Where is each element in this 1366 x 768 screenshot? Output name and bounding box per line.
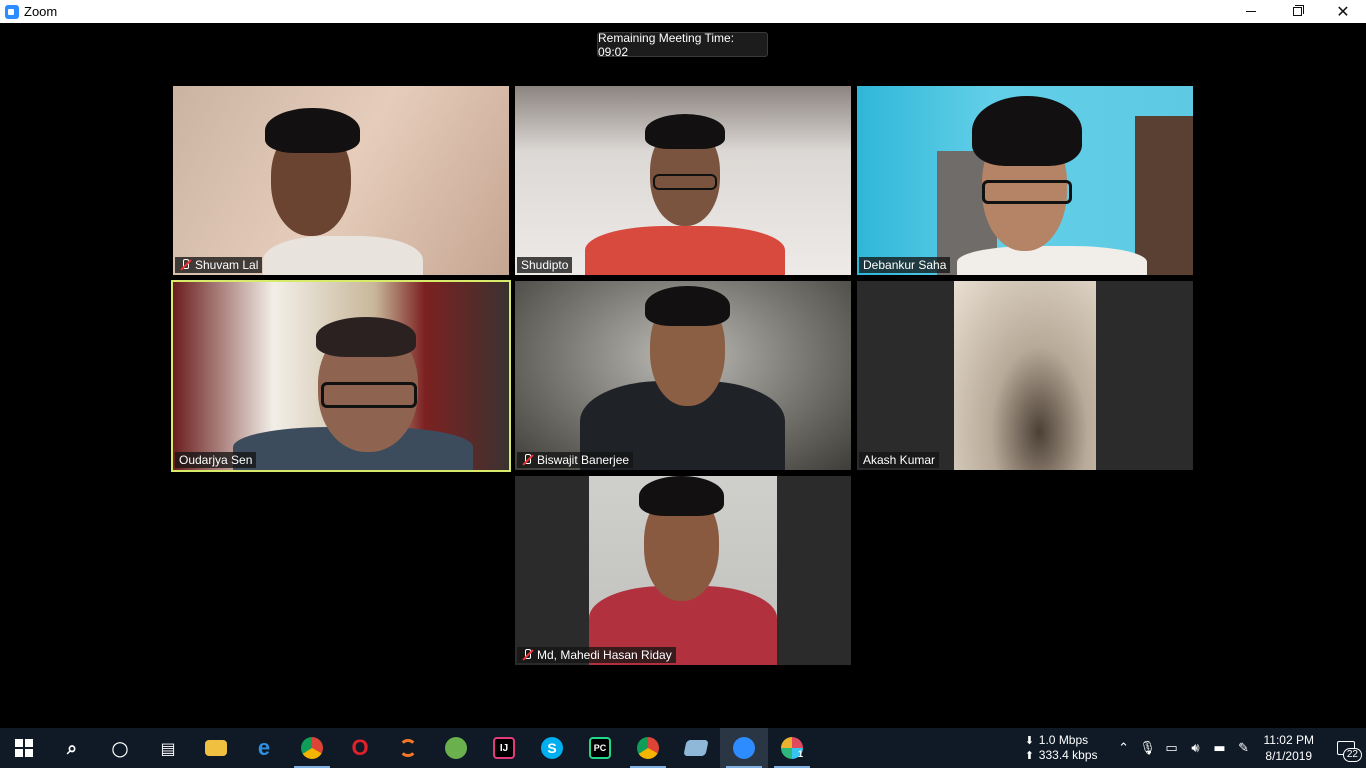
network-icon[interactable]: ▭ (1160, 728, 1184, 768)
close-button[interactable]: ✕ (1320, 0, 1366, 23)
chrome-profile-icon (637, 737, 659, 759)
glasses (653, 174, 717, 190)
taskbar-edge[interactable]: e (240, 728, 288, 768)
muted-mic-icon (179, 259, 191, 271)
participant-hair (639, 476, 724, 516)
participant-video (585, 226, 785, 275)
pycharm-icon: PC (589, 737, 611, 759)
file-explorer-icon (205, 740, 227, 756)
participant-video (954, 281, 1096, 470)
participant-name-label: Biswajit Banerjee (517, 452, 634, 468)
bookshelf (1135, 116, 1193, 275)
zoom-icon (733, 737, 755, 759)
upload-speed: 333.4 kbps (1038, 748, 1098, 762)
notification-count: 22 (1342, 748, 1362, 762)
participant-name-label: Shudipto (517, 257, 573, 273)
taskbar-opera[interactable]: O (336, 728, 384, 768)
participant-name-label: Akash Kumar (859, 452, 940, 468)
app-notification-icon: 1 (781, 737, 803, 759)
taskbar-file-explorer[interactable] (192, 728, 240, 768)
taskbar-intellij[interactable]: IJ (480, 728, 528, 768)
microphone-icon[interactable]: 🎙︎ (1136, 728, 1160, 768)
muted-mic-icon (521, 649, 533, 661)
taskbar-clock[interactable]: 11:02 PM 8/1/2019 (1264, 732, 1314, 764)
restore-icon (1292, 5, 1304, 16)
search-icon: ⌕ (66, 737, 78, 759)
participant-hair (645, 114, 725, 149)
video-tile[interactable]: Shuvam Lal (173, 86, 509, 275)
participant-hair (972, 96, 1082, 166)
android-studio-icon (445, 737, 467, 759)
video-tile[interactable]: Shudipto (515, 86, 851, 275)
participant-name-label: Shuvam Lal (175, 257, 263, 273)
download-arrow-icon: ⬇ (1024, 734, 1035, 747)
participant-name-label: Oudarjya Sen (175, 452, 257, 468)
intellij-icon: IJ (493, 737, 515, 759)
jupyter-icon (399, 739, 417, 757)
video-tile[interactable]: Akash Kumar (857, 281, 1193, 470)
video-tile[interactable]: Md, Mahedi Hasan Riday (515, 476, 851, 665)
zoom-logo-icon (5, 4, 19, 19)
participant-hair (316, 317, 416, 357)
chrome-icon (301, 737, 323, 759)
participant-hair (265, 108, 360, 153)
window-title: Zoom (24, 4, 58, 19)
taskbar-task-view[interactable]: ▤ (144, 728, 192, 768)
glasses (982, 180, 1072, 204)
minimize-icon (1246, 11, 1256, 12)
opera-icon: O (351, 735, 369, 760)
show-hidden-icons-chevron-icon[interactable]: ⌃ (1112, 728, 1136, 768)
window-controls: ✕ (1228, 0, 1366, 23)
taskbar-chrome-profile[interactable] (624, 728, 672, 768)
taskbar-app-with-badge[interactable]: 1 (768, 728, 816, 768)
clock-time: 11:02 PM (1263, 733, 1314, 747)
taskbar-android-studio[interactable] (432, 728, 480, 768)
volume-icon[interactable]: 🔊︎ (1184, 728, 1208, 768)
windows-icon (15, 739, 33, 757)
edge-icon: e (257, 735, 271, 760)
participant-hair (645, 286, 730, 326)
restore-button[interactable] (1274, 0, 1320, 23)
close-icon: ✕ (1336, 1, 1350, 21)
cortana-icon: ○ (111, 736, 129, 760)
video-tile[interactable]: Debankur Saha (857, 86, 1193, 275)
taskbar-search[interactable]: ⌕ (48, 728, 96, 768)
network-speed-meter: ⬇ 1.0 Mbps ⬆ 333.4 kbps (1025, 733, 1098, 763)
action-center-button[interactable]: 22 (1326, 728, 1366, 768)
taskbar-jupyter[interactable] (384, 728, 432, 768)
taskbar-pycharm[interactable]: PC (576, 728, 624, 768)
taskbar-notepad[interactable] (672, 728, 720, 768)
pen-icon[interactable]: ✎ (1232, 728, 1256, 768)
participant-video (263, 236, 423, 275)
remaining-meeting-time: Remaining Meeting Time: 09:02 (597, 31, 768, 59)
start-button[interactable] (0, 728, 48, 768)
skype-icon: S (541, 737, 563, 759)
video-tile-active-speaker[interactable]: Oudarjya Sen (171, 280, 511, 472)
upload-arrow-icon: ⬆ (1024, 749, 1035, 762)
battery-icon[interactable]: ▬ (1208, 728, 1232, 768)
clock-date: 8/1/2019 (1265, 749, 1313, 763)
title-bar: Zoom ✕ (0, 0, 1366, 23)
taskbar-zoom[interactable] (720, 728, 768, 768)
glasses (321, 382, 417, 408)
video-tile[interactable]: Biswajit Banerjee (515, 281, 851, 470)
participant-video (589, 476, 777, 665)
muted-mic-icon (521, 454, 533, 466)
download-speed: 1.0 Mbps (1038, 733, 1089, 747)
minimize-button[interactable] (1228, 0, 1274, 23)
taskbar: ⌕ ○ ▤ e O IJ S PC 1 ⬇ 1.0 Mbps ⬆ 333.4 kbp… (0, 728, 1366, 768)
participant-name-label: Md, Mahedi Hasan Riday (517, 647, 676, 663)
taskbar-cortana[interactable]: ○ (96, 728, 144, 768)
participant-video (957, 246, 1147, 275)
system-tray: ⬇ 1.0 Mbps ⬆ 333.4 kbps ⌃ 🎙︎ ▭ 🔊︎ ▬ ✎ 11:0… (1025, 728, 1366, 768)
task-view-icon: ▤ (160, 738, 176, 758)
notepad-icon (683, 740, 709, 756)
taskbar-chrome[interactable] (288, 728, 336, 768)
participant-name-label: Debankur Saha (859, 257, 951, 273)
taskbar-skype[interactable]: S (528, 728, 576, 768)
